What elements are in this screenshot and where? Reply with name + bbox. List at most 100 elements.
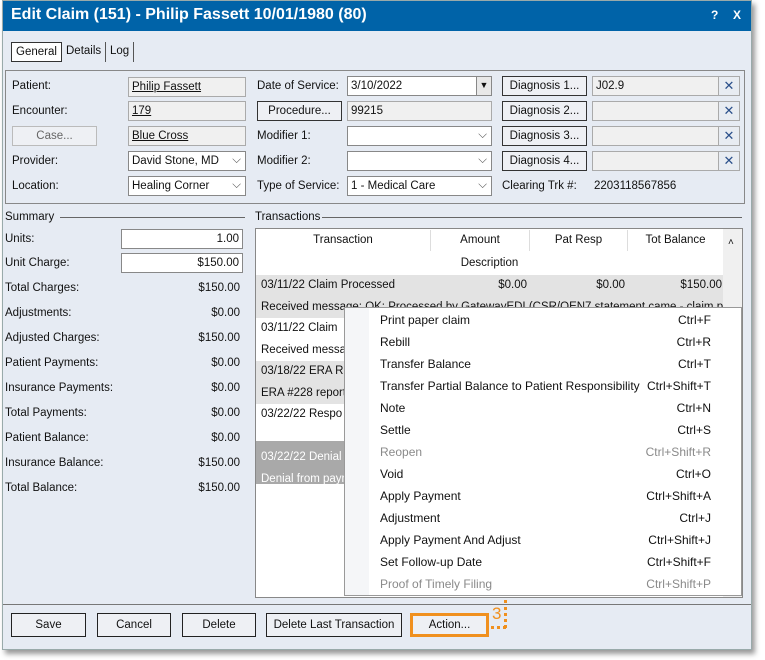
diagnosis2-button[interactable]: Diagnosis 2... [502, 101, 587, 121]
transaction-name: 03/22/22 Denial [261, 451, 342, 463]
menu-item-shortcut: Ctrl+O [675, 467, 711, 481]
delete-last-transaction-button[interactable]: Delete Last Transaction [266, 613, 402, 637]
menu-item[interactable]: Reopen Ctrl+Shift+R [345, 441, 741, 463]
encounter-field[interactable]: 179 [128, 101, 246, 121]
chevron-down-icon: ⌵ [232, 154, 241, 166]
close-icon[interactable]: X [733, 8, 741, 22]
patient-link[interactable]: Philip Fassett [132, 81, 201, 93]
diagnosis4-field[interactable] [592, 151, 719, 171]
transaction-description: Received messag [261, 344, 353, 356]
provider-label: Provider: [12, 155, 59, 167]
menu-item-label: Apply Payment And Adjust [380, 533, 521, 547]
transaction-name: 03/18/22 ERA Re [261, 365, 350, 377]
menu-item[interactable]: Proof of Timely Filing Ctrl+Shift+P [345, 573, 741, 595]
menu-item[interactable]: Apply Payment And Adjust Ctrl+Shift+J [345, 529, 741, 551]
menu-item[interactable]: Rebill Ctrl+R [345, 331, 741, 353]
tab-log[interactable]: Log [106, 42, 135, 62]
column-pat-resp[interactable]: Pat Resp [530, 230, 628, 251]
transactions-title: Transactions [255, 211, 321, 223]
procedure-field[interactable]: 99215 [347, 101, 492, 121]
encounter-link[interactable]: 179 [132, 105, 151, 117]
menu-item-shortcut: Ctrl+S [677, 423, 711, 437]
menu-item[interactable]: Note Ctrl+N [345, 397, 741, 419]
window-title: Edit Claim (151) - Philip Fassett 10/01/… [11, 6, 367, 23]
dropdown-icon[interactable]: ▼ [476, 77, 491, 95]
case-button[interactable]: Case... [12, 126, 97, 146]
clear-diagnosis2-icon[interactable]: ✕ [718, 101, 740, 121]
column-transaction[interactable]: Transaction [256, 230, 431, 251]
modifier1-select[interactable]: ⌵ [347, 126, 492, 146]
procedure-button[interactable]: Procedure... [257, 101, 342, 121]
menu-item-shortcut: Ctrl+Shift+P [646, 577, 711, 591]
menu-item-label: Apply Payment [380, 489, 461, 503]
summary-label: Insurance Balance: [5, 457, 104, 469]
delete-button[interactable]: Delete [182, 613, 256, 637]
summary-label: Insurance Payments: [5, 382, 114, 394]
insurance-link[interactable]: Blue Cross [132, 130, 188, 142]
clearing-label: Clearing Trk #: [502, 180, 577, 192]
save-button[interactable]: Save [11, 613, 86, 637]
menu-item-shortcut: Ctrl+Shift+A [646, 489, 711, 503]
patient-field[interactable]: Philip Fassett [128, 77, 246, 97]
insurance-field[interactable]: Blue Cross [128, 126, 246, 146]
provider-select[interactable]: David Stone, MD ⌵ [128, 151, 246, 171]
clear-diagnosis1-icon[interactable]: ✕ [718, 76, 740, 96]
diagnosis1-button[interactable]: Diagnosis 1... [502, 76, 587, 96]
menu-item[interactable]: Transfer Partial Balance to Patient Resp… [345, 375, 741, 397]
menu-item-shortcut: Ctrl+N [676, 401, 711, 415]
menu-item[interactable]: Set Follow-up Date Ctrl+Shift+F [345, 551, 741, 573]
tos-select[interactable]: 1 - Medical Care ⌵ [347, 176, 492, 196]
menu-item-label: Print paper claim [380, 313, 471, 327]
menu-item-shortcut: Ctrl+Shift+J [648, 533, 711, 547]
transaction-name: 03/22/22 Respo [261, 408, 343, 420]
chevron-down-icon: ⌵ [478, 129, 487, 141]
units-input[interactable]: 1.00 [121, 229, 243, 249]
footer-divider [3, 604, 751, 605]
diagnosis3-field[interactable] [592, 126, 719, 146]
column-tot-balance[interactable]: Tot Balance [628, 230, 723, 251]
menu-item[interactable]: Print paper claim Ctrl+F [345, 309, 741, 331]
menu-item[interactable]: Apply Payment Ctrl+Shift+A [345, 485, 741, 507]
tab-general[interactable]: General [11, 42, 62, 62]
location-label: Location: [12, 180, 59, 192]
summary-value: $0.00 [211, 357, 240, 369]
summary-label: Total Charges: [5, 282, 80, 294]
summary-value: $150.00 [198, 482, 240, 494]
scroll-up-icon[interactable]: ˄ [728, 237, 734, 248]
menu-item[interactable]: Settle Ctrl+S [345, 419, 741, 441]
menu-item-label: Rebill [380, 335, 411, 349]
clear-diagnosis3-icon[interactable]: ✕ [718, 126, 740, 146]
menu-item-label: Adjustment [380, 511, 441, 525]
diagnosis3-button[interactable]: Diagnosis 3... [502, 126, 587, 146]
diagnosis2-field[interactable] [592, 101, 719, 121]
action-context-menu: Print paper claim Ctrl+F Rebill Ctrl+R Trans… [344, 307, 742, 596]
diagnosis1-field[interactable]: J02.9 [592, 76, 719, 96]
diagnosis4-button[interactable]: Diagnosis 4... [502, 151, 587, 171]
transaction-tot-balance: $150.00 [680, 279, 722, 291]
column-amount[interactable]: Amount [431, 230, 530, 251]
menu-item-shortcut: Ctrl+R [676, 335, 711, 349]
dos-field[interactable]: 3/10/2022 ▼ [347, 76, 492, 96]
column-description[interactable]: Description [256, 253, 723, 269]
menu-item[interactable]: Transfer Balance Ctrl+T [345, 353, 741, 375]
unit-charge-label: Unit Charge: [5, 257, 70, 269]
cancel-button[interactable]: Cancel [97, 613, 171, 637]
tab-details[interactable]: Details [62, 42, 107, 62]
menu-item[interactable]: Void Ctrl+O [345, 463, 741, 485]
tos-label: Type of Service: [257, 180, 340, 192]
location-select[interactable]: Healing Corner ⌵ [128, 176, 246, 196]
menu-item-label: Void [380, 467, 404, 481]
summary-label: Adjusted Charges: [5, 332, 100, 344]
patient-label: Patient: [12, 80, 51, 92]
chevron-down-icon: ⌵ [478, 179, 487, 191]
menu-item-label: Reopen [380, 445, 423, 459]
unit-charge-input[interactable]: $150.00 [121, 253, 243, 273]
menu-item[interactable]: Adjustment Ctrl+J [345, 507, 741, 529]
action-button[interactable]: Action... [410, 613, 489, 637]
modifier2-select[interactable]: ⌵ [347, 151, 492, 171]
transaction-description: ERA #228 report [261, 387, 347, 399]
help-icon[interactable]: ? [711, 8, 718, 22]
clear-diagnosis4-icon[interactable]: ✕ [718, 151, 740, 171]
chevron-down-icon: ⌵ [478, 154, 487, 166]
location-value: Healing Corner [132, 180, 210, 192]
